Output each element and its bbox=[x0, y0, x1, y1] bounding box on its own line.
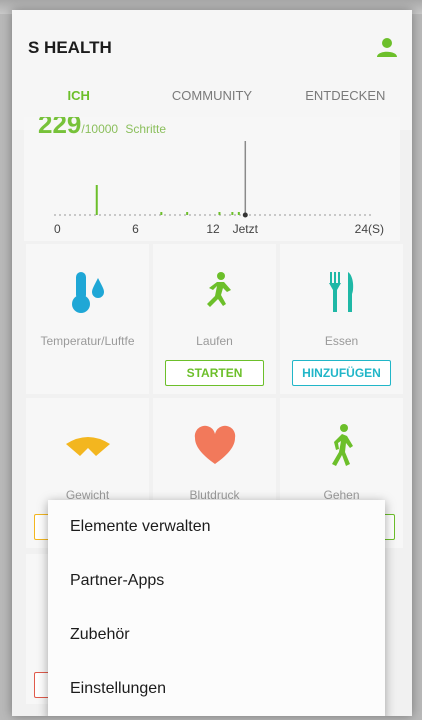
tracker-label: Temperatur/Luftfe bbox=[40, 334, 135, 348]
tracker-label: Laufen bbox=[196, 334, 233, 348]
add-food-button[interactable]: HINZUFÜGEN bbox=[292, 360, 391, 386]
heart-icon bbox=[194, 425, 235, 464]
chart-bar bbox=[231, 212, 234, 215]
options-menu: Elemente verwalten Partner-Apps Zubehör … bbox=[48, 500, 385, 716]
chart-bar bbox=[186, 212, 189, 215]
walking-icon bbox=[331, 424, 353, 466]
menu-item-partner-apps[interactable]: Partner-Apps bbox=[48, 554, 385, 608]
app-header: S HEALTH ICH COMMUNITY ENTDECKEN bbox=[12, 10, 412, 130]
chart-bar bbox=[218, 212, 221, 215]
fork-knife-icon bbox=[328, 272, 353, 312]
chart-tick-label: Jetzt bbox=[233, 222, 259, 236]
thermometer-droplet-icon bbox=[71, 272, 104, 313]
tab-community[interactable]: COMMUNITY bbox=[145, 86, 278, 116]
chart-bar bbox=[160, 212, 163, 215]
steps-chart: 0 6 12 Jetzt 24(S) bbox=[54, 141, 384, 236]
menu-item-settings[interactable]: Einstellungen bbox=[48, 662, 385, 716]
scale-icon bbox=[65, 437, 110, 456]
tab-ich[interactable]: ICH bbox=[12, 86, 145, 116]
menu-item-accessories[interactable]: Zubehör bbox=[48, 608, 385, 662]
tracker-temperature[interactable]: Temperatur/Luftfe bbox=[26, 244, 149, 394]
chart-tick-label: 24(S) bbox=[355, 222, 384, 236]
menu-item-manage-items[interactable]: Elemente verwalten bbox=[48, 500, 385, 554]
tracker-running[interactable]: Laufen STARTEN bbox=[153, 244, 276, 394]
tracker-food[interactable]: Essen HINZUFÜGEN bbox=[280, 244, 403, 394]
tracker-label: Essen bbox=[324, 334, 359, 348]
chart-tick-label: 0 bbox=[54, 222, 61, 236]
tab-entdecken[interactable]: ENTDECKEN bbox=[279, 86, 412, 116]
app-title: S HEALTH bbox=[28, 38, 112, 57]
running-icon bbox=[206, 272, 231, 307]
chart-bar bbox=[237, 212, 240, 215]
start-button[interactable]: STARTEN bbox=[165, 360, 264, 386]
chart-bar bbox=[95, 185, 98, 215]
chart-tick-label: 12 bbox=[206, 222, 220, 236]
profile-icon[interactable] bbox=[376, 36, 398, 58]
steps-chart-card[interactable]: 229/10000 Schritte 0 6 12 Jetzt 24(S) bbox=[24, 117, 400, 241]
chart-tick-label: 6 bbox=[132, 222, 139, 236]
phone-screen: S HEALTH ICH COMMUNITY ENTDECKEN 229/100… bbox=[12, 10, 412, 716]
tab-bar: ICH COMMUNITY ENTDECKEN bbox=[12, 86, 412, 116]
chart-now-dot bbox=[242, 212, 248, 218]
